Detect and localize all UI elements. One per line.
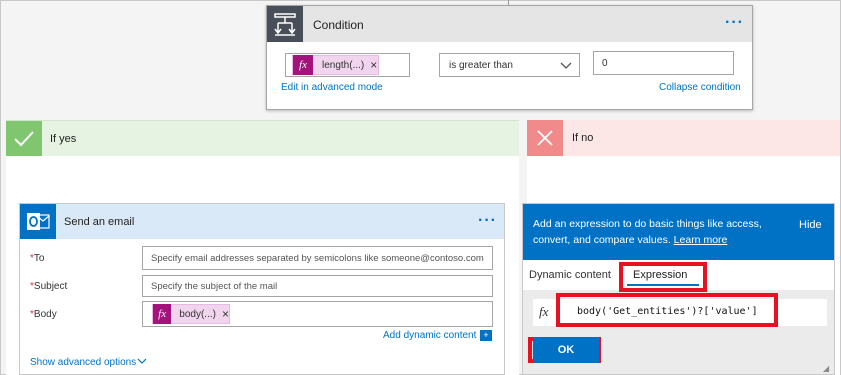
body-token[interactable]: fx body(...) × (152, 304, 230, 324)
if-no-header[interactable]: If no (527, 120, 840, 156)
condition-left-operand[interactable]: fx length(...) × (285, 53, 410, 77)
body-label: *Body (30, 309, 57, 320)
subject-label: *Subject (30, 281, 68, 292)
expression-editor: fx body('Get_entities')?['value'] (533, 293, 827, 327)
length-token[interactable]: fx length(...) × (292, 55, 379, 75)
condition-value-text: 0 (602, 58, 608, 69)
condition-value-input[interactable]: 0 (593, 51, 734, 75)
panel-description: Add an expression to do basic things lik… (533, 218, 762, 246)
subject-input[interactable]: Specify the subject of the mail (142, 275, 493, 297)
collapse-condition-link[interactable]: Collapse condition (659, 82, 741, 93)
expression-input[interactable]: body('Get_entities')?['value'] (577, 306, 758, 317)
send-email-header[interactable]: Send an email ··· (20, 204, 504, 239)
operator-select[interactable]: is greater than (439, 53, 580, 77)
dynamic-content-panel: Add an expression to do basic things lik… (522, 203, 835, 375)
resize-grip-icon[interactable]: ◢ (823, 364, 829, 373)
panel-info-banner: Add an expression to do basic things lik… (523, 204, 834, 260)
token-remove-icon[interactable]: × (222, 307, 229, 321)
chevron-down-icon (137, 358, 147, 364)
tab-expression[interactable]: Expression (633, 269, 687, 281)
if-yes-label: If yes (50, 133, 77, 145)
condition-card: Condition ··· fx length(...) × is greate… (266, 5, 753, 110)
fx-icon: fx (153, 304, 172, 324)
show-advanced-options-link[interactable]: Show advanced options (30, 357, 136, 368)
to-label: *To (30, 253, 45, 264)
fx-icon: fx (539, 304, 549, 319)
to-placeholder: Specify email addresses separated by sem… (151, 253, 484, 264)
ok-button[interactable]: OK (533, 337, 599, 363)
close-icon (527, 120, 563, 156)
condition-header[interactable]: Condition ··· (267, 6, 752, 42)
token-remove-icon[interactable]: × (370, 58, 377, 72)
checkmark-icon (6, 121, 42, 157)
add-dynamic-content-icon[interactable]: + (480, 330, 492, 341)
edit-advanced-mode-link[interactable]: Edit in advanced mode (281, 82, 383, 93)
send-email-title: Send an email (64, 216, 135, 228)
condition-title: Condition (313, 18, 364, 32)
condition-more-menu[interactable]: ··· (725, 15, 744, 31)
send-email-card: Send an email ··· *To Specify email addr… (19, 203, 505, 375)
learn-more-link[interactable]: Learn more (674, 234, 728, 246)
panel-tabs: Dynamic content Expression (523, 260, 834, 292)
if-yes-header[interactable]: If yes (6, 120, 519, 157)
send-email-more-menu[interactable]: ··· (478, 213, 497, 229)
chevron-down-icon (560, 62, 572, 69)
operator-select-value: is greater than (449, 60, 513, 71)
active-tab-indicator (627, 284, 699, 286)
to-input[interactable]: Specify email addresses separated by sem… (142, 246, 493, 270)
outlook-icon (20, 204, 56, 239)
subject-placeholder: Specify the subject of the mail (151, 281, 278, 292)
tab-dynamic-content[interactable]: Dynamic content (529, 269, 611, 281)
body-token-label: body(...) (179, 308, 216, 320)
hide-panel-button[interactable]: Hide (799, 219, 822, 231)
condition-icon (267, 6, 303, 42)
fx-icon: fx (293, 55, 313, 75)
length-token-label: length(...) (322, 59, 365, 71)
add-dynamic-content-link[interactable]: Add dynamic content (383, 330, 476, 341)
body-input[interactable]: fx body(...) × (142, 301, 493, 327)
if-no-label: If no (572, 132, 594, 144)
